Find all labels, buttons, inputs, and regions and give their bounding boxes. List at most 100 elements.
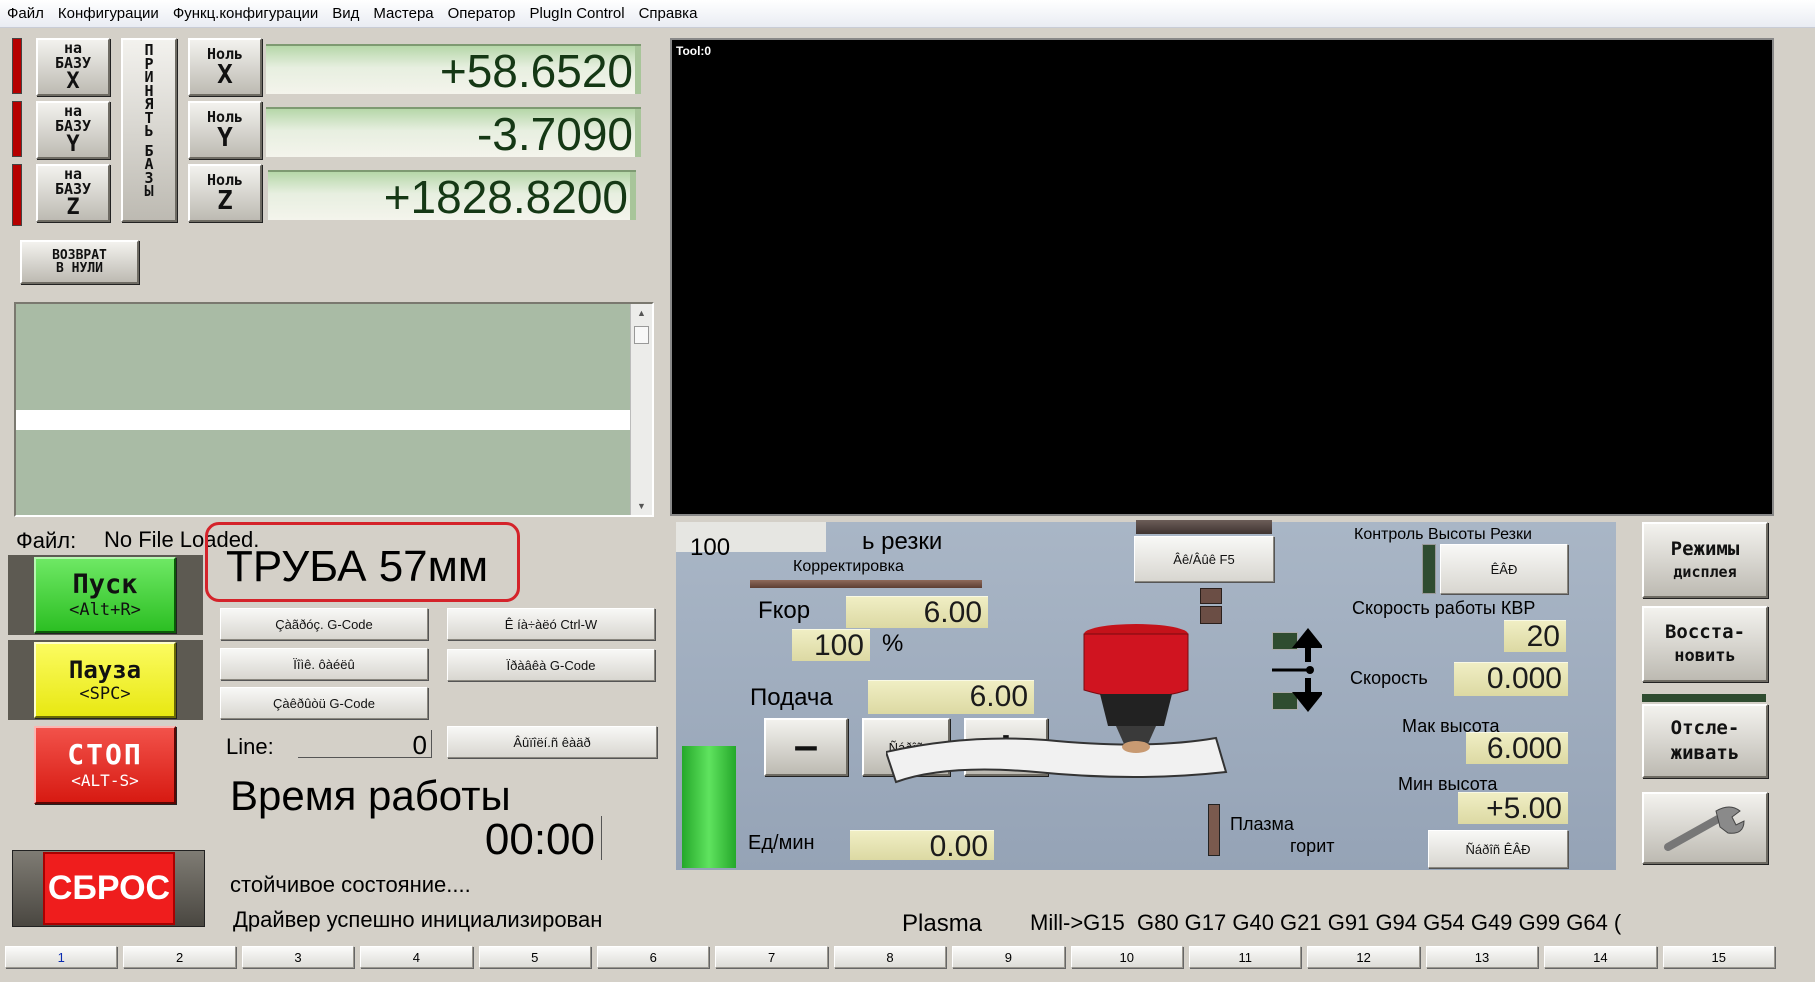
start-label: Пуск [72,569,138,600]
menu-file[interactable]: Файл [0,5,51,22]
stop-label: СТОП [67,738,143,771]
tab-6[interactable]: 6 [597,946,710,968]
ref-indicator-z [12,164,22,226]
menu-plugin-control[interactable]: PlugIn Control [523,5,632,22]
accept-base-letter: Ы [144,182,154,200]
menu-func-configs[interactable]: Функц.конфигурации [166,5,325,22]
torch-toggle-button[interactable]: Âê/Âûê F5 [1134,536,1274,582]
tab-14[interactable]: 14 [1544,946,1657,968]
ref-y-axis: Y [66,132,80,157]
plasma-on-label-1: Плазма [1230,814,1294,834]
reset-button[interactable]: СБРОС [43,852,175,925]
zero-x-axis: X [217,59,233,90]
stop-button[interactable]: СТОП <ALT-S> [34,726,176,804]
thc-arrows-icon [1272,628,1322,712]
start-button[interactable]: Пуск <Alt+R> [34,557,176,633]
gcode-scrollbar[interactable]: ▲ ▼ [630,304,652,515]
tab-3[interactable]: 3 [241,946,355,968]
pause-button[interactable]: Пауза <SPC> [34,642,176,718]
screen-tabs: 1 2 3 4 5 6 7 8 9 10 11 12 13 14 15 [5,946,1813,972]
correction-slider[interactable] [750,580,982,588]
regen-line1: Восста- [1664,621,1746,643]
menu-configs[interactable]: Конфигурации [51,5,166,22]
torch-indicator-up [1200,588,1222,604]
runtime-label: Время работы [230,772,511,819]
max-height-value: 6.000 [1466,732,1568,765]
tab-13[interactable]: 13 [1425,946,1539,968]
tab-2[interactable]: 2 [123,946,236,968]
zero-y-axis: Y [217,122,233,153]
ref-x-button[interactable]: на БАЗУ X [36,38,110,96]
cut-speed-title: ь резки [862,528,943,555]
gcode-list[interactable]: ▲ ▼ [14,302,654,517]
ref-y-button[interactable]: на БАЗУ Y [36,101,110,159]
load-gcode-button[interactable]: Çàãðóç. G-Code [220,608,428,640]
edit-gcode-button[interactable]: Ïðàâêà G-Code [447,649,655,681]
thc-reset-button[interactable]: Ñáðîñ ÊÂÐ [1428,830,1568,868]
jog-follow-line1: Отсле- [1670,717,1740,739]
plasma-panel: 100 ь резки Корректировка Fкор 6.00 100 … [676,520,1616,870]
tab-4[interactable]: 4 [360,946,473,968]
tab-9[interactable]: 9 [952,946,1065,968]
wrench-icon [1664,806,1745,851]
ref-z-button[interactable]: на БАЗУ Z [36,164,110,222]
minus-icon: — [795,726,817,767]
scroll-thumb[interactable] [634,326,649,344]
scroll-down-icon[interactable]: ▼ [637,501,646,511]
tool-label: Tool:0 [676,44,712,58]
plasma-on-indicator [1208,804,1220,856]
thc-title: Контроль Высоты Резки [1354,526,1532,543]
zero-y-button[interactable]: Ноль Y [188,101,262,159]
feed-rate-bar[interactable] [682,746,736,868]
scroll-up-icon[interactable]: ▲ [637,308,646,318]
tool-settings-button[interactable] [1642,792,1768,864]
ref-x-axis: X [66,69,80,94]
accept-base-label: ПРИНЯТЬБАЗЫ [144,43,154,200]
single-block-button[interactable]: Âûïîëí.ñ êàäð [447,726,657,758]
ref-indicator-y [12,101,22,157]
dro-x: +58.6520 [266,44,641,96]
tab-10[interactable]: 10 [1070,946,1183,968]
gcode-current-line [16,410,630,430]
status-line-1: стойчивое состояние.... [230,872,471,897]
pause-hotkey: <SPC> [79,683,131,704]
menu-help[interactable]: Справка [632,5,705,22]
menu-view[interactable]: Вид [325,5,366,22]
menu-operator[interactable]: Оператор [441,5,523,22]
regen-line2: новить [1674,646,1736,666]
tab-7[interactable]: 7 [715,946,828,968]
regen-button[interactable]: Восста- новить [1642,606,1768,682]
feed-minus-button[interactable]: — [764,718,848,776]
accept-base-button[interactable]: ПРИНЯТЬБАЗЫ [121,38,177,222]
ref-z-axis: Z [66,195,80,220]
close-gcode-button[interactable]: Çàêðûòü G-Code [220,687,428,719]
tab-12[interactable]: 12 [1307,946,1420,968]
menu-wizards[interactable]: Мастера [366,5,440,22]
tab-5[interactable]: 5 [478,946,591,968]
toolpath-display[interactable]: Tool:0 [670,38,1774,516]
thc-on-indicator [1422,544,1436,594]
rewind-button[interactable]: Ê íà÷àëó Ctrl-W [447,608,655,640]
fcor-label: Fкор [758,597,811,624]
zero-z-button[interactable]: Ноль Z [188,164,262,222]
thc-toggle-button[interactable]: ÊÂÐ [1440,544,1568,594]
jog-follow-line2: живать [1670,742,1740,764]
correction-label: Корректировка [793,558,904,575]
display-mode-line2: дисплея [1673,563,1737,581]
tab-8[interactable]: 8 [833,946,947,968]
tab-11[interactable]: 11 [1189,946,1302,968]
runtime-value: 00:00 [330,816,602,864]
line-label: Line: [226,734,274,759]
tab-15[interactable]: 15 [1662,946,1775,968]
line-number: 0 [298,730,432,760]
tab-1[interactable]: 1 [5,946,118,968]
jog-follow-button[interactable]: Отсле- живать [1642,704,1768,778]
recent-files-button[interactable]: Ïîìê. ôàéëû [220,648,428,680]
zero-x-button[interactable]: Ноль X [188,38,262,96]
display-mode-button[interactable]: Режимы дисплея [1642,522,1768,598]
thc-speed-label: Скорость работы КВР [1352,598,1536,618]
ref-indicator-x [12,38,22,94]
accept-base-letter: Ь [144,122,154,140]
return-zero-button[interactable]: ВОЗВРАТ В НУЛИ [20,240,139,284]
pause-label: Пауза [68,655,142,684]
